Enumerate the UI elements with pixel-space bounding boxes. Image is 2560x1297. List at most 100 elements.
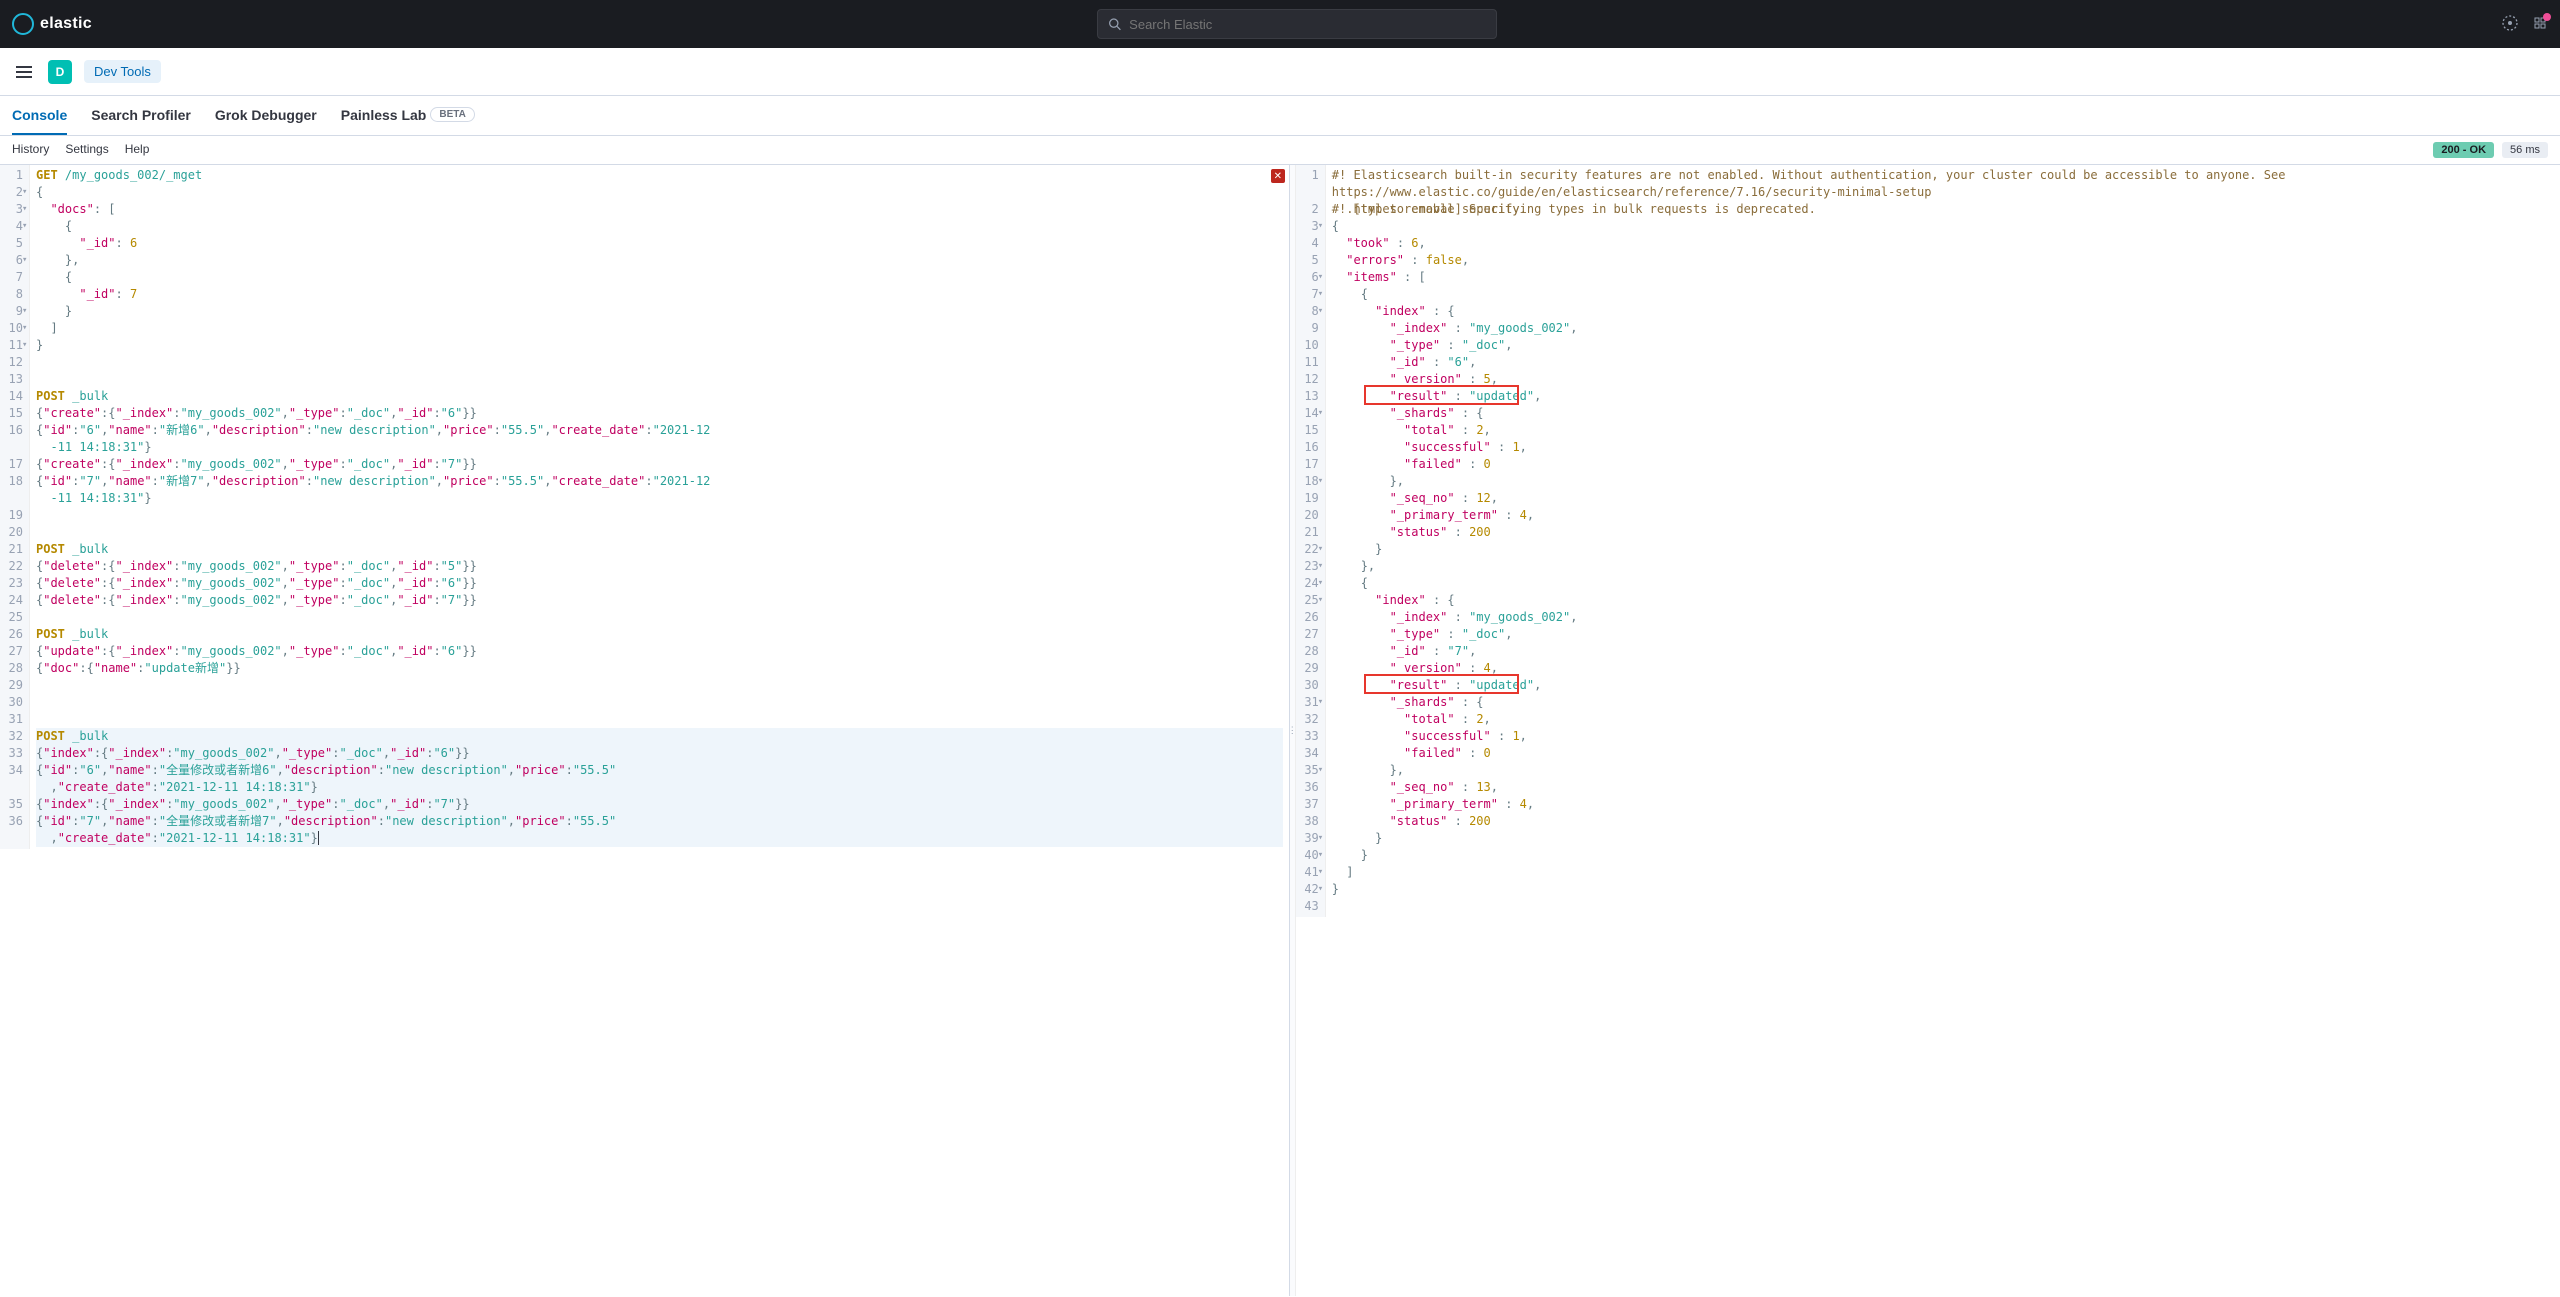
search-input[interactable] [1129, 17, 1486, 32]
code-line[interactable]: ▾ "index" : { [1332, 303, 2554, 320]
help-link[interactable]: Help [125, 142, 150, 158]
code-line[interactable]: {"create":{"_index":"my_goods_002","_typ… [36, 456, 1283, 473]
code-line[interactable] [36, 694, 1283, 711]
code-line[interactable]: POST _bulk [36, 388, 1283, 405]
code-line[interactable]: "status" : 200 [1332, 813, 2554, 830]
code-line[interactable]: "_version" : 5, [1332, 371, 2554, 388]
code-line[interactable] [36, 609, 1283, 626]
code-line[interactable]: {"delete":{"_index":"my_goods_002","_typ… [36, 575, 1283, 592]
code-line[interactable]: POST _bulk [36, 541, 1283, 558]
settings-link[interactable]: Settings [65, 142, 108, 158]
code-line[interactable]: {"doc":{"name":"update新增"}} [36, 660, 1283, 677]
code-line[interactable]: "total" : 2, [1332, 422, 2554, 439]
code-line[interactable]: ▾ { [1332, 575, 2554, 592]
tab-painless-lab[interactable]: Painless Lab BETA [341, 96, 475, 135]
code-line[interactable]: ▾ } [36, 303, 1283, 320]
code-line[interactable]: ▾ } [1332, 847, 2554, 864]
code-line[interactable]: POST _bulk [36, 626, 1283, 643]
code-line[interactable]: ▾ ] [1332, 864, 2554, 881]
code-line[interactable]: "_id": 7 [36, 286, 1283, 303]
code-line[interactable]: ▾ }, [1332, 473, 2554, 490]
code-line[interactable]: "took" : 6, [1332, 235, 2554, 252]
app-name-badge[interactable]: Dev Tools [84, 60, 161, 83]
code-line[interactable]: "status" : 200 [1332, 524, 2554, 541]
code-line[interactable]: "total" : 2, [1332, 711, 2554, 728]
code-line[interactable]: "_primary_term" : 4, [1332, 796, 2554, 813]
code-line[interactable] [1332, 898, 2554, 915]
code-line[interactable]: GET /my_goods_002/_mget [36, 167, 1283, 184]
global-search[interactable] [1097, 9, 1497, 39]
tab-grok-debugger[interactable]: Grok Debugger [215, 96, 317, 135]
code-line[interactable]: ▾} [1332, 881, 2554, 898]
code-line[interactable]: ▾ } [1332, 541, 2554, 558]
request-editor[interactable]: GET /my_goods_002/_mget▾{▾ "docs": [▾ { … [30, 165, 1289, 849]
code-line[interactable]: #! Elasticsearch built-in security featu… [1332, 167, 2554, 201]
code-line[interactable]: "_type" : "_doc", [1332, 626, 2554, 643]
code-line[interactable]: ▾ "index" : { [1332, 592, 2554, 609]
code-line[interactable]: {"id":"7","name":"全量修改或者新增7","descriptio… [36, 813, 1283, 847]
code-line[interactable] [36, 354, 1283, 371]
space-badge[interactable]: D [48, 60, 72, 84]
code-line[interactable]: #! [types removal] Specifying types in b… [1332, 201, 2554, 218]
code-line[interactable]: "_index" : "my_goods_002", [1332, 320, 2554, 337]
code-line[interactable]: {"update":{"_index":"my_goods_002","_typ… [36, 643, 1283, 660]
code-line[interactable] [36, 507, 1283, 524]
code-line[interactable]: ▾ { [36, 218, 1283, 235]
code-line[interactable]: {"delete":{"_index":"my_goods_002","_typ… [36, 592, 1283, 609]
code-line[interactable]: ▾{ [1332, 218, 2554, 235]
devtools-tabs: Console Search Profiler Grok Debugger Pa… [0, 96, 2560, 136]
request-pane[interactable]: ✕ 12345678910111213141516171819202122232… [0, 165, 1290, 1296]
code-line[interactable]: "_id" : "7", [1332, 643, 2554, 660]
nav-toggle-icon[interactable] [12, 62, 36, 82]
code-line[interactable]: {"create":{"_index":"my_goods_002","_typ… [36, 405, 1283, 422]
code-line[interactable] [36, 677, 1283, 694]
top-header: elastic [0, 0, 2560, 48]
code-line[interactable]: "result" : "updated", [1332, 388, 2554, 405]
code-line[interactable] [36, 524, 1283, 541]
code-line[interactable]: ▾{ [36, 184, 1283, 201]
newsfeed-icon[interactable] [2532, 15, 2548, 34]
code-line[interactable] [36, 711, 1283, 728]
response-viewer[interactable]: #! Elasticsearch built-in security featu… [1326, 165, 2560, 917]
code-line[interactable]: "failed" : 0 [1332, 456, 2554, 473]
code-line[interactable]: ▾ ] [36, 320, 1283, 337]
code-line[interactable]: {"id":"7","name":"新增7","description":"ne… [36, 473, 1283, 507]
code-line[interactable]: "result" : "updated", [1332, 677, 2554, 694]
code-line[interactable]: ▾ "items" : [ [1332, 269, 2554, 286]
code-line[interactable]: ▾ }, [1332, 762, 2554, 779]
code-line[interactable]: {"id":"6","name":"全量修改或者新增6","descriptio… [36, 762, 1283, 796]
code-line[interactable]: ▾ }, [36, 252, 1283, 269]
code-line[interactable]: "_type" : "_doc", [1332, 337, 2554, 354]
code-line[interactable]: ▾ "_shards" : { [1332, 694, 2554, 711]
elastic-logo[interactable]: elastic [12, 13, 92, 35]
code-line[interactable]: "_primary_term" : 4, [1332, 507, 2554, 524]
code-line[interactable]: POST _bulk [36, 728, 1283, 745]
code-line[interactable]: "_seq_no" : 13, [1332, 779, 2554, 796]
code-line[interactable]: ▾ } [1332, 830, 2554, 847]
tab-console[interactable]: Console [12, 96, 67, 135]
code-line[interactable]: {"delete":{"_index":"my_goods_002","_typ… [36, 558, 1283, 575]
code-line[interactable] [36, 371, 1283, 388]
code-line[interactable]: ▾ "docs": [ [36, 201, 1283, 218]
code-line[interactable]: "successful" : 1, [1332, 439, 2554, 456]
help-icon[interactable] [2502, 15, 2518, 34]
history-link[interactable]: History [12, 142, 49, 158]
code-line[interactable]: "_id" : "6", [1332, 354, 2554, 371]
code-line[interactable]: {"index":{"_index":"my_goods_002","_type… [36, 796, 1283, 813]
code-line[interactable]: "successful" : 1, [1332, 728, 2554, 745]
code-line[interactable]: {"id":"6","name":"新增6","description":"ne… [36, 422, 1283, 456]
code-line[interactable]: ▾ }, [1332, 558, 2554, 575]
code-line[interactable]: "failed" : 0 [1332, 745, 2554, 762]
code-line[interactable]: {"index":{"_index":"my_goods_002","_type… [36, 745, 1283, 762]
code-line[interactable]: { [36, 269, 1283, 286]
code-line[interactable]: "errors" : false, [1332, 252, 2554, 269]
code-line[interactable]: ▾} [36, 337, 1283, 354]
code-line[interactable]: "_index" : "my_goods_002", [1332, 609, 2554, 626]
tab-search-profiler[interactable]: Search Profiler [91, 96, 191, 135]
code-line[interactable]: "_seq_no" : 12, [1332, 490, 2554, 507]
elastic-logo-icon [12, 13, 34, 35]
code-line[interactable]: "_id": 6 [36, 235, 1283, 252]
code-line[interactable]: ▾ { [1332, 286, 2554, 303]
code-line[interactable]: ▾ "_shards" : { [1332, 405, 2554, 422]
code-line[interactable]: "_version" : 4, [1332, 660, 2554, 677]
